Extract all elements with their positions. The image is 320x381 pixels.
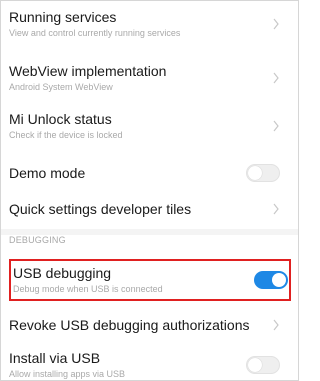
toggle-knob — [248, 166, 262, 180]
debugging-section-header: DEBUGGING — [9, 235, 66, 245]
running-services-subtitle: View and control currently running servi… — [9, 28, 181, 38]
running-services-title: Running services — [9, 9, 117, 25]
mi-unlock-status-texts: Mi Unlock status Check if the device is … — [9, 111, 272, 141]
toggle-knob — [272, 273, 286, 287]
install-via-usb-toggle[interactable] — [246, 356, 280, 374]
chevron-right-icon — [273, 319, 279, 331]
chevron-right-icon — [273, 203, 279, 215]
mi-unlock-status-subtitle: Check if the device is locked — [9, 130, 123, 140]
usb-debugging-row[interactable]: USB debugging Debug mode when USB is con… — [1, 261, 298, 299]
running-services-row[interactable]: Running services View and control curren… — [1, 1, 298, 47]
usb-debugging-toggle[interactable] — [254, 271, 288, 289]
quick-settings-developer-tiles-row[interactable]: Quick settings developer tiles — [1, 187, 298, 231]
developer-options-screen: Running services View and control curren… — [0, 0, 299, 381]
mi-unlock-status-row[interactable]: Mi Unlock status Check if the device is … — [1, 103, 298, 149]
install-via-usb-subtitle: Allow installing apps via USB — [9, 369, 126, 379]
mi-unlock-status-title: Mi Unlock status — [9, 111, 112, 127]
quick-settings-developer-tiles-texts: Quick settings developer tiles — [9, 201, 272, 218]
revoke-usb-debugging-row[interactable]: Revoke USB debugging authorizations — [1, 305, 298, 345]
install-via-usb-row[interactable]: Install via USB Allow installing apps vi… — [1, 347, 298, 380]
webview-implementation-subtitle: Android System WebView — [9, 82, 113, 92]
usb-debugging-title: USB debugging — [13, 265, 112, 281]
webview-implementation-texts: WebView implementation Android System We… — [9, 63, 272, 93]
demo-mode-toggle[interactable] — [246, 164, 280, 182]
quick-settings-developer-tiles-title: Quick settings developer tiles — [9, 200, 192, 217]
install-via-usb-texts: Install via USB Allow installing apps vi… — [9, 350, 246, 380]
running-services-texts: Running services View and control curren… — [9, 9, 272, 39]
webview-implementation-row[interactable]: WebView implementation Android System We… — [1, 55, 298, 101]
chevron-right-icon — [273, 120, 279, 132]
toggle-knob — [248, 358, 262, 372]
revoke-usb-debugging-title: Revoke USB debugging authorizations — [9, 316, 250, 333]
demo-mode-texts: Demo mode — [9, 165, 246, 182]
demo-mode-title: Demo mode — [9, 164, 86, 181]
chevron-right-icon — [273, 72, 279, 84]
install-via-usb-title: Install via USB — [9, 350, 101, 366]
chevron-right-icon — [273, 18, 279, 30]
usb-debugging-subtitle: Debug mode when USB is connected — [13, 284, 163, 294]
usb-debugging-texts: USB debugging Debug mode when USB is con… — [13, 265, 254, 295]
revoke-usb-debugging-texts: Revoke USB debugging authorizations — [9, 317, 272, 334]
webview-implementation-title: WebView implementation — [9, 63, 167, 79]
